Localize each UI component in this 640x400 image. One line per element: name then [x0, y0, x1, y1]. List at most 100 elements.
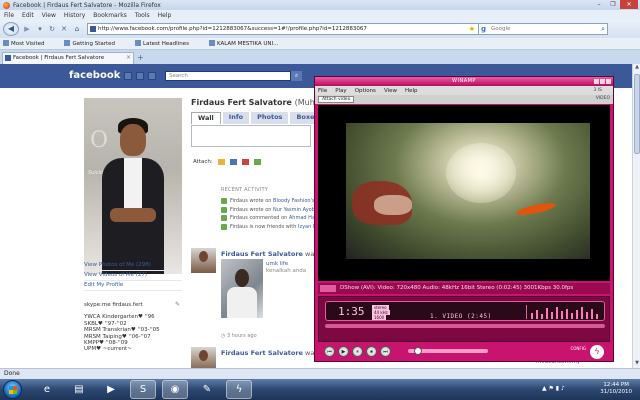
tab-close-icon[interactable]: ×	[126, 53, 131, 63]
bookmark-icon	[64, 40, 71, 47]
winamp-menu-options[interactable]: Options	[355, 88, 376, 94]
visualizer[interactable]	[526, 305, 600, 319]
bookmark-kalam[interactable]: KALAM MESTIKA UNI...	[208, 40, 288, 47]
config-button[interactable]: CONFIG	[570, 346, 586, 351]
close-button[interactable]: ✕	[620, 0, 638, 9]
messages-icon[interactable]	[136, 72, 144, 80]
avatar[interactable]	[191, 248, 216, 273]
winamp-close-icon[interactable]	[606, 79, 611, 84]
clock[interactable]: 12:44 PM 31/10/2010	[600, 382, 632, 396]
menu-view[interactable]: View	[42, 12, 56, 19]
elapsed-time[interactable]: 1:35	[338, 305, 365, 318]
winamp-titlebar[interactable]: WINAMP	[315, 77, 613, 86]
volume-slider[interactable]	[408, 347, 488, 355]
recent-link[interactable]: Ahmad Har	[289, 215, 317, 221]
maximize-button[interactable]: ❐	[606, 0, 620, 9]
post-time-text[interactable]: 3 hours ago	[227, 333, 257, 339]
post-author-link[interactable]: Firdaus Fert Salvatore	[221, 250, 303, 258]
scroll-up-icon[interactable]: ▲	[633, 64, 640, 72]
menu-tools[interactable]: Tools	[135, 12, 150, 19]
tray-icons[interactable]: ▲ ⚑ ▮ ♪	[542, 385, 565, 392]
scroll-down-icon[interactable]: ▼	[633, 360, 640, 368]
stop-button[interactable]: ⏹	[366, 346, 377, 357]
recent-link[interactable]: Bloody Fashion's	[273, 198, 315, 204]
bookmark-star-icon[interactable]: ★	[469, 24, 475, 34]
post-photo-title[interactable]: umk life	[266, 261, 306, 268]
page-scrollbar[interactable]: ▲ ▼	[632, 64, 640, 368]
url-text: http://www.facebook.com/profile.php?id=1…	[98, 26, 367, 32]
post-author: Firdaus Fert Salvatore was ta	[221, 349, 326, 357]
winamp-menu-help[interactable]: Help	[405, 88, 418, 94]
pause-button[interactable]: ⏸	[352, 346, 363, 357]
forward-arrow-icon[interactable]: ▶	[21, 23, 33, 35]
bookmark-most-visited[interactable]: Most Visited	[3, 40, 54, 47]
bookmark-latest-headlines[interactable]: Latest Headlines	[135, 40, 199, 47]
winamp-shade-icon[interactable]	[600, 79, 605, 84]
home-icon[interactable]: ⌂	[71, 23, 83, 35]
edit-pencil-icon[interactable]: ✎	[175, 301, 180, 308]
tab-photos[interactable]: Photos	[251, 112, 289, 124]
attach-video-button[interactable]: Attach video	[318, 96, 355, 103]
media-player-icon[interactable]: ▶	[98, 380, 124, 399]
winamp-menu-view[interactable]: View	[384, 88, 397, 94]
volume-knob[interactable]	[414, 347, 422, 355]
menu-bookmarks[interactable]: Bookmarks	[93, 12, 127, 19]
friend-requests-icon[interactable]	[124, 72, 132, 80]
link-attach-icon[interactable]	[253, 159, 261, 165]
minimize-button[interactable]: –	[592, 0, 606, 9]
event-attach-icon[interactable]	[241, 159, 249, 165]
notifications-icon[interactable]	[148, 72, 156, 80]
tab-facebook[interactable]: Facebook | Firdaus Fert Salvatore ×	[2, 52, 134, 64]
bookmark-getting-started[interactable]: Getting Started	[64, 40, 125, 47]
post-author-link[interactable]: Firdaus Fert Salvatore	[221, 349, 303, 357]
video-attach-icon[interactable]	[229, 159, 237, 165]
view-photos-link[interactable]: View Photos of Me (298)	[84, 261, 182, 271]
play-button[interactable]: ▶	[338, 346, 349, 357]
search-icon[interactable]: ⌕	[601, 24, 605, 34]
avatar-face	[199, 350, 208, 361]
new-tab-button[interactable]: +	[137, 53, 144, 62]
post-photo[interactable]	[221, 259, 263, 318]
folder-icon[interactable]: ▤	[66, 380, 92, 399]
menu-history[interactable]: History	[64, 12, 85, 19]
profile-photo[interactable]: O Suicide Me	[84, 98, 182, 274]
reload-icon[interactable]: ↻	[47, 23, 57, 35]
skype-icon[interactable]: S	[130, 380, 156, 399]
menu-help[interactable]: Help	[158, 12, 172, 19]
winamp-logo-icon[interactable]: ϟ	[590, 345, 604, 359]
stop-icon[interactable]: ✕	[59, 23, 69, 35]
seek-bar[interactable]	[325, 324, 605, 328]
google-icon[interactable]: g	[481, 24, 486, 34]
winamp-taskbar-icon[interactable]: ϟ	[226, 380, 252, 399]
start-button[interactable]	[3, 380, 22, 399]
video-display[interactable]	[318, 105, 610, 281]
notepad-icon[interactable]: ✎	[194, 380, 220, 399]
photo-attach-icon[interactable]	[217, 159, 225, 165]
video-controls-icon[interactable]	[320, 285, 336, 292]
firefox-taskbar-icon[interactable]: ◉	[162, 380, 188, 399]
search-bar[interactable]: g Google ⌕	[478, 23, 608, 35]
back-arrow-icon[interactable]: ◀	[3, 22, 19, 36]
winamp-menu-file[interactable]: File	[318, 88, 327, 94]
bookmark-icon	[3, 40, 9, 47]
facebook-search-input[interactable]: Search ⌕	[165, 71, 302, 81]
internet-explorer-icon[interactable]: e	[34, 380, 60, 399]
visualizer-bar	[571, 313, 573, 319]
facebook-logo[interactable]: facebook	[69, 70, 120, 81]
menu-file[interactable]: File	[4, 12, 14, 19]
edit-profile-link[interactable]: Edit My Profile	[84, 281, 182, 291]
winamp-menu-play[interactable]: Play	[335, 88, 346, 94]
next-button[interactable]: ⏭	[380, 346, 391, 357]
tab-wall[interactable]: Wall	[191, 112, 221, 124]
view-videos-link[interactable]: View Videos of Me (27)	[84, 271, 182, 281]
tab-info[interactable]: Info	[222, 112, 250, 124]
winamp-minimize-icon[interactable]	[594, 79, 599, 84]
recent-link[interactable]: Nur Yasmin Ayob	[273, 207, 315, 213]
previous-button[interactable]: ⏮	[324, 346, 335, 357]
scroll-thumb[interactable]	[634, 74, 640, 154]
search-icon[interactable]: ⌕	[291, 71, 302, 81]
dropdown-icon[interactable]: ▾	[35, 23, 45, 35]
status-input[interactable]	[191, 125, 311, 147]
url-bar[interactable]: http://www.facebook.com/profile.php?id=1…	[87, 23, 479, 35]
menu-edit[interactable]: Edit	[22, 12, 34, 19]
